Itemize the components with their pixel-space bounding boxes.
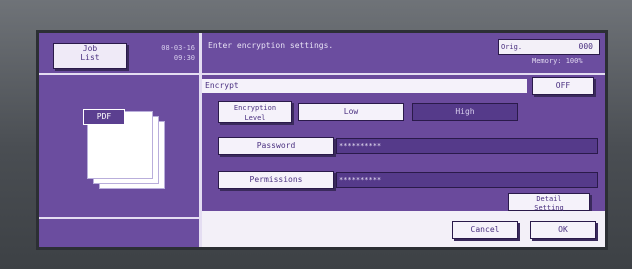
left-divider-bottom xyxy=(39,217,199,219)
encryption-level-label: Encryption Level xyxy=(218,101,292,123)
job-list-button[interactable]: Job List xyxy=(53,43,127,69)
time-text: 09:30 xyxy=(173,54,195,62)
memory-indicator: Memory: 100% xyxy=(532,57,583,65)
encryption-low-button[interactable]: Low xyxy=(298,103,404,121)
password-value-field[interactable]: ********** xyxy=(336,138,598,154)
touch-screen: Job List 08-03-16 09:30 PDF Enter encryp… xyxy=(36,30,608,250)
instruction-message: Enter encryption settings. xyxy=(208,41,334,50)
permissions-button[interactable]: Permissions xyxy=(218,171,334,189)
cancel-button[interactable]: Cancel xyxy=(452,221,518,239)
right-panel: Enter encryption settings. Orig. 000 Mem… xyxy=(202,33,605,247)
footer-bar: Cancel OK xyxy=(202,211,605,247)
date-time-display: 08-03-16 09:30 xyxy=(135,43,195,63)
detail-setting-line1: Detail xyxy=(536,195,562,203)
encryption-level-line1: Encryption xyxy=(233,104,277,112)
left-panel: Job List 08-03-16 09:30 PDF xyxy=(39,33,199,247)
password-button[interactable]: Password xyxy=(218,137,334,155)
encryption-settings-area: Encrypt OFF Encryption Level Low High Pa… xyxy=(202,73,605,212)
counter-label: Orig. xyxy=(501,43,523,51)
encryption-high-button[interactable]: High xyxy=(412,103,518,121)
date-text: 08-03-16 xyxy=(161,44,195,52)
original-counter: Orig. 000 xyxy=(498,39,600,55)
job-list-label-line1: Job xyxy=(82,44,98,53)
left-divider-top xyxy=(39,73,199,75)
job-list-label-line2: List xyxy=(80,53,100,62)
detail-setting-button[interactable]: Detail Setting xyxy=(508,193,590,212)
permissions-value-field[interactable]: ********** xyxy=(336,172,598,188)
encrypt-off-button[interactable]: OFF xyxy=(532,77,594,95)
encrypt-header: Encrypt xyxy=(202,79,527,93)
encryption-level-line2: Level xyxy=(244,114,266,122)
pdf-file-type-badge: PDF xyxy=(83,109,125,125)
counter-value: 000 xyxy=(578,42,593,51)
ok-button[interactable]: OK xyxy=(530,221,596,239)
